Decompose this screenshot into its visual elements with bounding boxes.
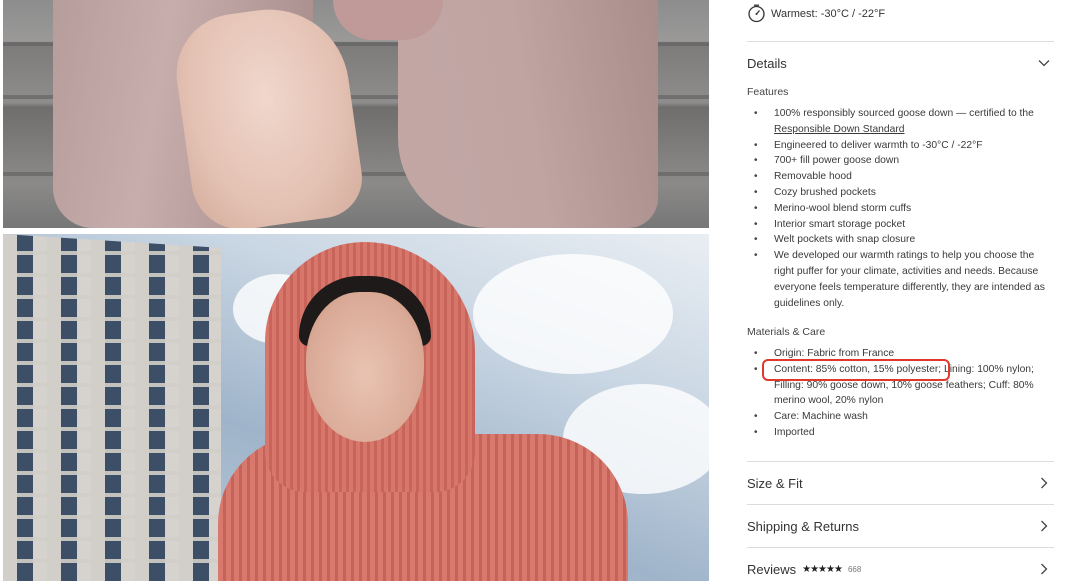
- chevron-right-icon: [1034, 559, 1054, 579]
- divider: [747, 41, 1054, 42]
- size-fit-accordion-header[interactable]: Size & Fit: [747, 471, 1054, 495]
- reviews-title: Reviews: [747, 561, 797, 577]
- list-item: Merino-wool blend storm cuffs: [747, 201, 1057, 217]
- review-count: 668: [847, 564, 862, 574]
- chevron-right-icon: [1034, 516, 1054, 536]
- divider: [747, 504, 1054, 505]
- warmth-text: Warmest: -30°C / -22°F: [771, 7, 886, 20]
- list-item: Engineered to deliver warmth to -30°C / …: [747, 138, 1057, 154]
- content-highlight-box: [762, 359, 950, 381]
- list-item: 100% responsibly sourced goose down — ce…: [747, 106, 1057, 138]
- building: [3, 234, 221, 581]
- details-title: Details: [747, 55, 787, 71]
- cloud: [473, 254, 673, 374]
- list-item: Cozy brushed pockets: [747, 185, 1057, 201]
- reviews-accordion-header[interactable]: Reviews ★★★★★ 668: [747, 557, 1054, 581]
- star-rating-icon: ★★★★★: [802, 563, 843, 575]
- list-item: We developed our warmth ratings to help …: [747, 248, 1057, 311]
- list-item: Welt pockets with snap closure: [747, 232, 1057, 248]
- product-photo-2[interactable]: [3, 234, 709, 581]
- product-details-panel: Warmest: -30°C / -22°F Details Features …: [747, 0, 1057, 581]
- list-item: Care: Machine wash: [747, 409, 1057, 425]
- size-fit-title: Size & Fit: [747, 475, 803, 491]
- product-photo-1[interactable]: [3, 0, 709, 228]
- features-label: Features: [747, 86, 789, 98]
- chevron-right-icon: [1034, 473, 1054, 493]
- thermometer-dial-icon: [747, 4, 766, 23]
- features-list: 100% responsibly sourced goose down — ce…: [747, 106, 1057, 311]
- list-item: 700+ fill power goose down: [747, 153, 1057, 169]
- shipping-returns-accordion-header[interactable]: Shipping & Returns: [747, 514, 1054, 538]
- list-item: Interior smart storage pocket: [747, 217, 1057, 233]
- hand: [168, 0, 368, 228]
- divider: [747, 461, 1054, 462]
- divider: [747, 547, 1054, 548]
- warmth-rating: Warmest: -30°C / -22°F: [747, 4, 885, 23]
- details-accordion-header[interactable]: Details: [747, 51, 1054, 75]
- shipping-returns-title: Shipping & Returns: [747, 518, 860, 534]
- list-item: Imported: [747, 425, 1057, 441]
- responsible-down-standard-link[interactable]: Responsible Down Standard: [774, 124, 905, 135]
- reviews-heading: Reviews ★★★★★ 668: [747, 562, 861, 577]
- materials-care-label: Materials & Care: [747, 326, 826, 338]
- trouser-leg-right: [398, 0, 658, 228]
- list-item: Removable hood: [747, 169, 1057, 185]
- chevron-down-icon: [1034, 53, 1054, 73]
- model-face: [306, 292, 424, 442]
